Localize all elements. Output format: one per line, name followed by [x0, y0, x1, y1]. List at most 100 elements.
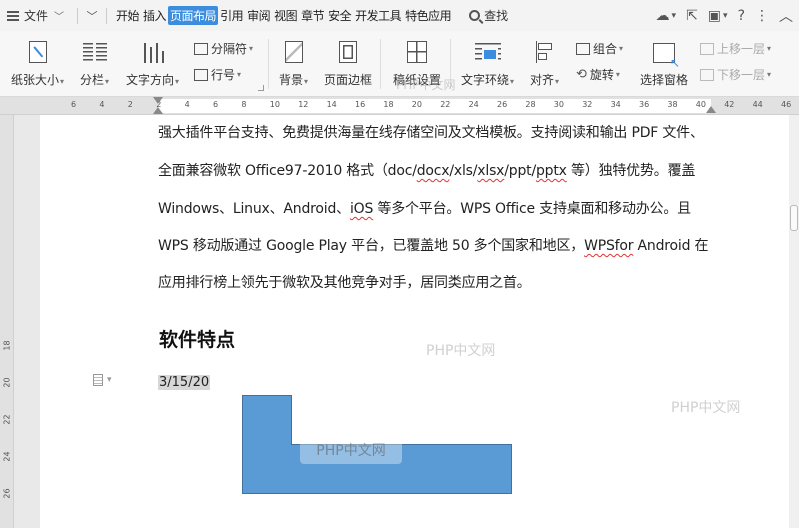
- line-numbers-label: 行号: [211, 68, 236, 82]
- file-menu-button[interactable]: 文件 ﹀: [0, 5, 70, 27]
- collapse-icon[interactable]: ︿: [779, 6, 793, 26]
- paper-size-label: 纸张大小: [11, 73, 60, 87]
- tab-chapter[interactable]: 章节: [299, 6, 326, 25]
- tab-insert[interactable]: 插入: [141, 6, 168, 25]
- spellcheck-word: docx: [416, 163, 450, 179]
- send-backward-icon: [700, 68, 714, 81]
- tab-home[interactable]: 开始: [114, 6, 141, 25]
- ruler-tick: 4: [99, 100, 105, 109]
- search-button[interactable]: 查找: [469, 7, 508, 24]
- rotate-button[interactable]: ⟲ 旋转 ▾: [576, 66, 620, 83]
- send-backward-label: 下移一层: [717, 68, 766, 82]
- date-field[interactable]: 3/15/20: [158, 375, 211, 390]
- manuscript-settings-button[interactable]: 稿纸设置: [393, 37, 441, 88]
- selection-pane-button[interactable]: 选择窗格: [640, 37, 688, 88]
- hamburger-icon: [7, 10, 19, 21]
- text-wrap-button[interactable]: 文字环绕▾: [461, 37, 514, 88]
- ruler-tick: 32: [582, 100, 593, 109]
- spellcheck-word: pptx: [535, 163, 567, 179]
- paper-size-icon: [28, 41, 47, 63]
- columns-button[interactable]: 分栏▾: [80, 37, 109, 88]
- paper-size-button[interactable]: 纸张大小▾: [11, 37, 64, 88]
- ruler-tick: 42: [724, 100, 735, 109]
- align-label: 对齐: [530, 73, 555, 87]
- watermark-box: PHP中文网: [300, 436, 402, 464]
- more-icon[interactable]: ⋮: [755, 8, 769, 24]
- tab-developer[interactable]: 开发工具: [353, 6, 403, 25]
- columns-label: 分栏: [80, 73, 105, 87]
- ruler-tick: 38: [667, 100, 678, 109]
- bring-forward-button[interactable]: 上移一层 ▾: [700, 40, 771, 57]
- paragraph-handle[interactable]: ▾: [93, 374, 112, 386]
- rotate-label: 旋转: [589, 68, 614, 82]
- text-direction-button[interactable]: 文字方向▾: [126, 37, 179, 88]
- ruler-tick: 18: [383, 100, 394, 109]
- menu-bar: 文件 ﹀ ﹀ 开始 插入 页面布局 引用 审阅 视图 章节 安全 开发工具 特色…: [0, 0, 799, 31]
- vertical-scrollbar[interactable]: [789, 115, 799, 528]
- ruler-tick: 8: [241, 100, 247, 109]
- background-button[interactable]: 背景▾: [279, 37, 308, 88]
- scrollbar-thumb[interactable]: [790, 205, 798, 231]
- group-icon: [576, 42, 590, 55]
- tab-features[interactable]: 特色应用: [403, 6, 453, 25]
- right-indent-marker[interactable]: [706, 106, 716, 113]
- align-icon: [534, 41, 556, 63]
- spellcheck-word: xlsx: [477, 163, 505, 179]
- ruler-tick: 28: [525, 100, 536, 109]
- separator-button[interactable]: 分隔符 ▾: [194, 40, 253, 57]
- menu-divider: [77, 7, 79, 24]
- page-border-button[interactable]: 页面边框: [324, 37, 372, 88]
- vertical-ruler-tick: 24: [2, 451, 12, 462]
- first-line-indent-marker[interactable]: [153, 97, 163, 104]
- columns-icon: [82, 43, 107, 63]
- ribbon-divider: [380, 39, 381, 89]
- paragraph-line: 应用排行榜上领先于微软及其他竞争对手，居同类应用之首。: [158, 275, 531, 291]
- group-button[interactable]: 组合 ▾: [576, 40, 623, 57]
- tab-page-layout[interactable]: 页面布局: [168, 6, 219, 25]
- ribbon-divider: [450, 39, 451, 89]
- align-button[interactable]: 对齐▾: [530, 37, 559, 88]
- tab-review[interactable]: 审阅: [245, 6, 272, 25]
- search-icon: [469, 10, 481, 21]
- share-icon[interactable]: ⇱: [686, 8, 698, 24]
- send-backward-button[interactable]: 下移一层 ▾: [700, 66, 771, 83]
- inbox-icon[interactable]: ▣ ▾: [708, 8, 728, 24]
- paragraph-line: Windows、Linux、Android、iOS 等多个平台。WPS Offi…: [158, 201, 691, 217]
- quick-access-chevron-icon[interactable]: ﹀: [85, 8, 99, 24]
- text-wrap-icon: [474, 43, 501, 63]
- selection-pane-icon: [653, 43, 680, 70]
- ribbon-page-layout: 纸张大小▾ 分栏▾ 文字方向▾ 分隔符 ▾ 行号 ▾ 背景▾ 页面边框 稿纸设置 文…: [0, 31, 799, 97]
- tab-security[interactable]: 安全: [326, 6, 353, 25]
- ruler-tick: 36: [639, 100, 650, 109]
- text-wrap-label: 文字环绕: [461, 73, 510, 87]
- search-label: 查找: [484, 9, 509, 23]
- paragraph-line: 强大插件平台支持、免费提供海量在线存储空间及文档模板。支持阅读和输出 PDF 文…: [158, 125, 704, 141]
- manuscript-settings-label: 稿纸设置: [393, 73, 442, 87]
- horizontal-ruler[interactable]: 6 4 2 2 4 6 8 10 12 14 16 18 20 22 24 26 28 30 32 34 36 38 40 4…: [0, 97, 799, 115]
- left-indent-marker[interactable]: [153, 107, 163, 114]
- document-icon: [93, 374, 103, 386]
- vertical-ruler[interactable]: 18 20 22 24 26: [0, 115, 14, 528]
- help-icon[interactable]: ?: [738, 8, 745, 24]
- ruler-tick: 6: [213, 100, 219, 109]
- page-border-icon: [339, 41, 357, 63]
- page-break-icon: [194, 42, 208, 55]
- tab-view[interactable]: 视图: [272, 6, 299, 25]
- ruler-tick: 6: [71, 100, 77, 109]
- background-label: 背景: [279, 73, 304, 87]
- manuscript-grid-icon: [407, 41, 427, 63]
- ruler-tick: 14: [326, 100, 337, 109]
- text-direction-label: 文字方向: [126, 73, 175, 87]
- vertical-ruler-tick: 20: [2, 377, 12, 388]
- ruler-tick: 44: [752, 100, 763, 109]
- line-numbers-button[interactable]: 行号 ▾: [194, 66, 241, 83]
- ruler-tick: 12: [298, 100, 309, 109]
- cloud-sync-icon[interactable]: ☁ ▾: [656, 8, 677, 24]
- menu-divider: [106, 7, 108, 24]
- tab-references[interactable]: 引用: [218, 6, 245, 25]
- chevron-down-icon: ▾: [107, 375, 112, 385]
- spellcheck-word: iOS: [349, 201, 374, 217]
- spellcheck-word: WPSfor: [584, 238, 634, 254]
- vertical-ruler-tick: 26: [2, 488, 12, 499]
- page-setup-launcher-icon[interactable]: [258, 85, 264, 91]
